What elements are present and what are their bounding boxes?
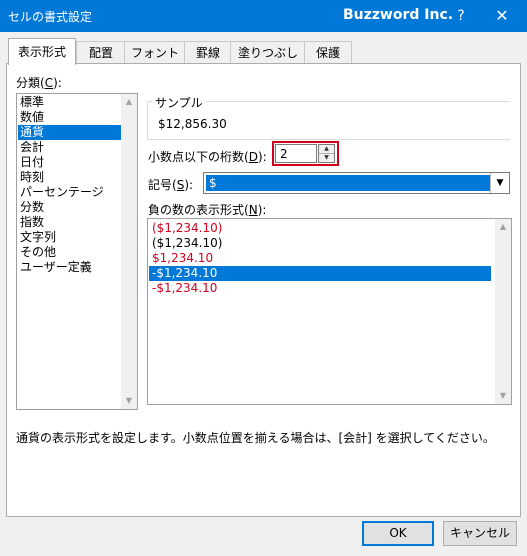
category-item-percentage[interactable]: パーセンテージ bbox=[18, 185, 121, 200]
symbol-accesskey: S bbox=[176, 178, 185, 192]
symbol-selected-value: $ bbox=[206, 175, 490, 191]
category-accesskey: C bbox=[44, 76, 54, 90]
tab-number-format[interactable]: 表示形式 bbox=[8, 38, 76, 65]
category-item-special[interactable]: その他 bbox=[18, 245, 121, 260]
category-item-time[interactable]: 時刻 bbox=[18, 170, 121, 185]
category-item-accounting[interactable]: 会計 bbox=[18, 140, 121, 155]
category-list[interactable]: 標準 数値 通貨 会計 日付 時刻 パーセンテージ 分数 指数 文字列 その他 … bbox=[16, 93, 138, 410]
negative-format-item-selected[interactable]: -$1,234.10 bbox=[149, 266, 491, 281]
scroll-up-arrow-icon[interactable]: ▲ bbox=[495, 219, 511, 235]
category-item-number[interactable]: 数値 bbox=[18, 110, 121, 125]
tab-border[interactable]: 罫線 bbox=[184, 41, 232, 64]
category-item-date[interactable]: 日付 bbox=[18, 155, 121, 170]
negative-format-item[interactable]: ($1,234.10) bbox=[149, 221, 491, 236]
symbol-select[interactable]: $ ▼ bbox=[203, 172, 510, 194]
brand-label: Buzzword Inc. bbox=[343, 7, 454, 23]
tab-font[interactable]: フォント bbox=[124, 41, 186, 64]
symbol-label: 記号(S): bbox=[148, 178, 194, 192]
category-item-custom[interactable]: ユーザー定義 bbox=[18, 260, 121, 275]
scroll-down-arrow-icon[interactable]: ▼ bbox=[121, 393, 137, 409]
negative-format-label-text: 負の数の表示形式 bbox=[148, 203, 245, 217]
spin-up-icon[interactable]: ▲ bbox=[319, 145, 334, 154]
symbol-label-text: 記号 bbox=[148, 178, 173, 192]
sample-label: サンプル bbox=[152, 94, 206, 111]
category-item-scientific[interactable]: 指数 bbox=[18, 215, 121, 230]
category-label: 分類(C): bbox=[16, 76, 62, 90]
tab-alignment[interactable]: 配置 bbox=[76, 41, 126, 64]
title-bar: セルの書式設定 Buzzword Inc. ? ✕ bbox=[0, 0, 527, 32]
sample-value: $12,856.30 bbox=[158, 117, 227, 131]
decimal-places-stepper[interactable]: ▲ ▼ bbox=[318, 144, 335, 163]
category-label-text: 分類 bbox=[16, 76, 41, 90]
negative-format-label: 負の数の表示形式(N): bbox=[148, 203, 267, 217]
negative-format-list[interactable]: ($1,234.10) ($1,234.10) $1,234.10 -$1,23… bbox=[147, 218, 512, 405]
decimal-places-label: 小数点以下の桁数(D): bbox=[148, 150, 267, 164]
negative-format-item[interactable]: -$1,234.10 bbox=[149, 281, 491, 296]
scroll-up-arrow-icon[interactable]: ▲ bbox=[121, 94, 137, 110]
category-item-currency[interactable]: 通貨 bbox=[18, 125, 121, 140]
negative-format-item[interactable]: ($1,234.10) bbox=[149, 236, 491, 251]
spin-down-icon[interactable]: ▼ bbox=[319, 154, 334, 162]
decimal-accesskey: D bbox=[248, 150, 258, 164]
negative-format-item[interactable]: $1,234.10 bbox=[149, 251, 491, 266]
category-item-general[interactable]: 標準 bbox=[18, 95, 121, 110]
close-button[interactable]: ✕ bbox=[482, 0, 522, 32]
decimal-places-input[interactable]: 2 bbox=[275, 144, 317, 163]
decimal-places-label-text: 小数点以下の桁数 bbox=[148, 150, 245, 164]
window-title: セルの書式設定 bbox=[8, 10, 93, 24]
cancel-button[interactable]: キャンセル bbox=[443, 521, 517, 546]
help-button[interactable]: ? bbox=[446, 0, 476, 32]
chevron-down-icon[interactable]: ▼ bbox=[490, 173, 509, 193]
tab-protection[interactable]: 保護 bbox=[304, 41, 352, 64]
negative-accesskey: N bbox=[248, 203, 258, 217]
category-scrollbar[interactable]: ▲ ▼ bbox=[121, 94, 137, 409]
category-item-fraction[interactable]: 分数 bbox=[18, 200, 121, 215]
tab-fill[interactable]: 塗りつぶし bbox=[230, 41, 306, 64]
negative-format-scrollbar[interactable]: ▲ ▼ bbox=[495, 219, 511, 404]
category-item-text[interactable]: 文字列 bbox=[18, 230, 121, 245]
ok-button[interactable]: OK bbox=[362, 521, 434, 546]
format-description: 通貨の表示形式を設定します。小数点位置を揃える場合は、[会計] を選択してくださ… bbox=[16, 431, 495, 445]
scroll-down-arrow-icon[interactable]: ▼ bbox=[495, 388, 511, 404]
